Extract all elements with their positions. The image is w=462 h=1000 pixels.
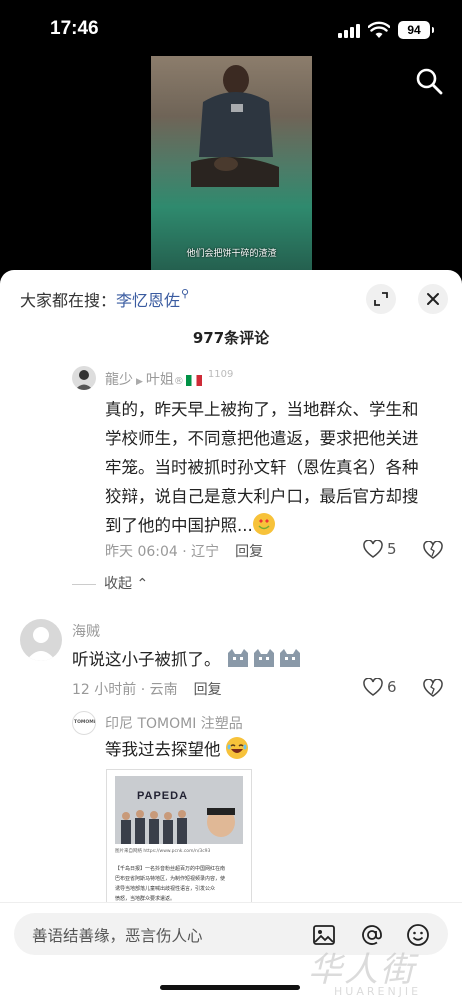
- comment-author[interactable]: 龍少: [105, 372, 133, 388]
- comment-line: 学校师生，不同意把他遣返，要求把他关进: [105, 429, 419, 448]
- like-button[interactable]: 6: [363, 677, 397, 696]
- group-photo-figures: [121, 808, 235, 844]
- comment-count: 977条评论: [192, 329, 270, 347]
- article-text: 【千岛日报】一名抖音粉丝超百万的中国网红在南 巴布亚省阿斯马特地区，为制作短视频…: [115, 864, 245, 904]
- comment-author[interactable]: 海贼: [72, 621, 100, 641]
- close-button[interactable]: [418, 284, 448, 314]
- broken-heart-icon[interactable]: [423, 679, 443, 697]
- broken-heart-icon[interactable]: [423, 541, 443, 559]
- comment-author[interactable]: 印尼 TOMOMI 注塑品: [105, 713, 243, 733]
- status-bar: 17:46 94: [0, 0, 462, 58]
- article-sign: PAPEDA: [137, 790, 189, 802]
- comment-time-location: 昨天 06:04 · 辽宁: [105, 544, 220, 560]
- search-icon[interactable]: [414, 66, 444, 96]
- comment-input-placeholder: 善语结善缘，恶言伤人心: [32, 927, 203, 945]
- reply-to-user[interactable]: 叶姐: [146, 372, 174, 388]
- article-line: 诱导当地部落儿童喊出歧视性语言，引发公众: [115, 886, 216, 892]
- avatar[interactable]: [72, 366, 96, 390]
- like-count: 6: [387, 678, 397, 696]
- battery-level: 94: [398, 21, 434, 39]
- comment-meta: 昨天 06:04 · 辽宁 回复: [105, 541, 263, 561]
- avatar-logo-text: TOMOMI: [74, 720, 96, 725]
- cat-face-icon: [226, 647, 304, 678]
- avatar[interactable]: [20, 619, 62, 661]
- video-player[interactable]: 他们会把饼干碎的渣渣: [151, 56, 312, 272]
- comment-text: 等我过去探望他: [105, 735, 405, 764]
- comment-line: 牢笼。当时被抓时孙文轩（恩佐真名）各种: [105, 458, 419, 477]
- expand-icon: [374, 292, 388, 306]
- expand-button[interactable]: [366, 284, 396, 314]
- video-subtitle: 他们会把饼干碎的渣渣: [186, 249, 277, 259]
- collapse-label: 收起: [104, 576, 132, 592]
- comment-text: 真的，昨天早上被拘了，当地群众、学生和 学校师生，不同意把他遣返，要求把他关进 …: [105, 395, 445, 540]
- article-photo: PAPEDA: [115, 776, 243, 844]
- like-button[interactable]: 5: [363, 539, 397, 558]
- heart-eyes-emoji-icon: [252, 513, 275, 535]
- reply-button[interactable]: 回复: [235, 544, 263, 560]
- video-person-figure: [191, 65, 279, 187]
- comment-line: 听说这小子被抓了。: [72, 650, 221, 669]
- comment-line: 狡辩，说自己是意大利户口，最后官方却搜: [105, 487, 419, 506]
- divider: [72, 583, 96, 585]
- heart-icon: [363, 677, 383, 696]
- article-line: 巴布亚省阿斯马特地区，为制作短视频录内容，使: [115, 876, 226, 882]
- home-indicator: [160, 985, 300, 990]
- site-watermark: 华人街 HUARENJIE: [308, 942, 458, 1000]
- italy-flag-icon: [185, 374, 202, 386]
- laughing-emoji-icon: [225, 737, 248, 759]
- comment-meta: 12 小时前 · 云南 回复: [72, 679, 222, 699]
- article-line: 【千岛日报】一名抖音粉丝超百万的中国网红在南: [115, 866, 226, 872]
- wifi-icon: [368, 21, 390, 38]
- reply-arrow-icon: ▶: [136, 377, 143, 387]
- watermark-cn: 华人街: [308, 950, 416, 990]
- avatar[interactable]: TOMOMI: [72, 711, 96, 735]
- comment-author-line: 龍少 ▶ 叶姐® 1109: [105, 369, 233, 389]
- search-small-icon: ⚲: [181, 287, 190, 300]
- chevron-up-icon: ⌃: [132, 576, 149, 592]
- status-time: 17:46: [50, 18, 99, 39]
- like-count: 5: [387, 540, 397, 558]
- collapse-replies-button[interactable]: 收起 ⌃: [72, 573, 148, 593]
- close-icon: [427, 293, 439, 305]
- comment-time-location: 12 小时前 · 云南: [72, 682, 178, 698]
- comment-line: 真的，昨天早上被拘了，当地群众、学生和: [105, 400, 419, 419]
- comment-text: 听说这小子被抓了。: [72, 645, 432, 678]
- fan-badge-icon: ®: [173, 376, 184, 387]
- article-caption: 图片来自网络 https://www.pcnk.com/n/3c93: [115, 849, 211, 854]
- reply-badge: 1109: [207, 369, 234, 380]
- comment-sheet: 大家都在搜：李忆恩佐⚲ 977条评论 龍少 ▶ 叶姐® 1109 真的，昨天早上被拘了…: [0, 270, 462, 1000]
- comment-line: 到了他的中国护照...: [105, 516, 253, 535]
- signal-icon: [338, 24, 360, 38]
- watermark-en: HUARENJIE: [334, 985, 422, 998]
- heart-icon: [363, 539, 383, 558]
- reply-button[interactable]: 回复: [194, 682, 222, 698]
- search-suggestion-prefix: 大家都在搜：: [20, 291, 117, 310]
- search-suggestion[interactable]: 大家都在搜：李忆恩佐⚲: [20, 287, 189, 311]
- comment-line: 等我过去探望他: [105, 740, 221, 759]
- search-suggestion-keyword[interactable]: 李忆恩佐: [116, 291, 180, 310]
